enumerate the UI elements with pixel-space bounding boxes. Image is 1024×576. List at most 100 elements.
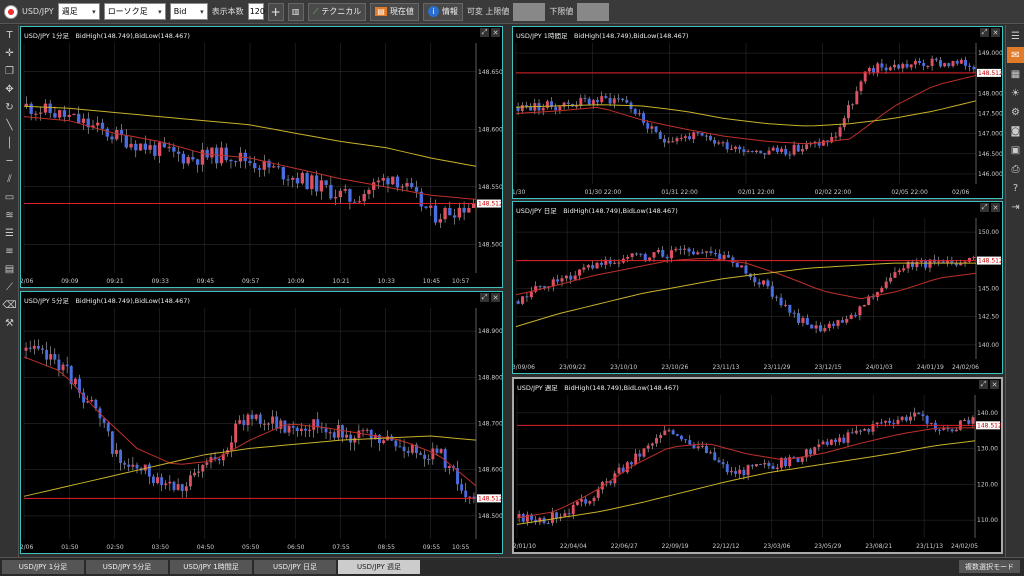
price-type-select[interactable]: Bid [169,3,208,20]
indicator-icon[interactable]: ▦ [1007,66,1024,82]
vertical-line-icon[interactable]: │ [1,135,18,151]
rotate-icon[interactable]: ↻ [1,99,18,115]
tab-3[interactable]: USD/JPY 1時間足 [170,560,252,574]
technical-label: テクニカル [321,7,362,16]
x-tick-label: 10:09 [287,278,304,285]
bars-input[interactable]: 120 [247,3,265,20]
eraser-icon[interactable]: ⌫ [1,297,18,313]
candle-body [648,257,652,261]
candle-body [738,146,742,150]
save-icon[interactable]: ▣ [1007,142,1024,158]
candle-body [328,432,332,434]
candle-body [234,423,238,443]
tab-2[interactable]: USD/JPY 5分足 [86,560,168,574]
candle-body [336,425,340,438]
candle-body [658,131,662,139]
candle-body [729,471,733,473]
candle-body [410,183,414,188]
candle-body [746,151,750,153]
chart-panel-daily[interactable]: USD/JPY 日足 BidHigh(148.749),BidLow(148.4… [512,201,1003,374]
exit-icon[interactable]: ⇥ [1007,199,1024,215]
chat-icon[interactable]: ✉ [1007,47,1024,63]
candle-body [58,110,62,118]
print-icon[interactable]: ⎙ [1007,161,1024,177]
candle-body [663,430,667,436]
tab-5[interactable]: USD/JPY 週足 [338,560,420,574]
candle-body [135,464,139,469]
candle-body [345,434,349,438]
candle-body [443,208,447,220]
layout-icon[interactable]: ▥ [287,2,304,21]
chart-panel-1hour[interactable]: USD/JPY 1時間足 BidHigh(148.749),BidLow(148… [512,26,1003,199]
fan-icon[interactable]: ⟋ [1,279,18,295]
candle-body [767,463,771,466]
info-button[interactable]: i 情報 [422,2,463,21]
candle-body [550,512,554,524]
tab-4[interactable]: USD/JPY 日足 [254,560,336,574]
candle-body [569,275,573,280]
candle-body [704,445,708,453]
camera-icon[interactable]: ◙ [1007,123,1024,139]
horizontal-line-icon[interactable]: ─ [1,153,18,169]
candle-body [333,197,338,199]
tab-1[interactable]: USD/JPY 1分足 [2,560,84,574]
wave-icon[interactable]: ≋ [1,207,18,223]
candle-body [639,253,643,255]
menu-icon[interactable]: ☰ [1007,28,1024,44]
candle-body [546,523,550,525]
candle-body [138,143,143,151]
bulb-icon[interactable]: ☀ [1007,85,1024,101]
settings-icon[interactable]: ⚙ [1007,104,1024,120]
crosshair-icon[interactable]: ✛ [1,45,18,61]
candle-body [918,61,922,63]
candle-body [308,429,312,431]
chart-panel-weekly[interactable]: USD/JPY 週足 BidHigh(148.749),BidLow(148.4… [512,377,1003,554]
candle-body [551,279,555,287]
timeframe-select[interactable]: 週足 [57,3,100,20]
toolbar: USD/JPY 週足 ローソク足 Bid 表示本数 120 + ▥ ⟋テクニカル… [0,0,1024,24]
candle-body [365,429,369,431]
candle-body [771,465,775,469]
channel-icon[interactable]: ⫽ [1,171,18,187]
candle-body [53,354,57,360]
candle-body [742,469,746,476]
add-icon[interactable]: + [267,2,284,21]
candle-body [248,161,252,164]
fibonacci-icon[interactable]: ☰ [1,225,18,241]
rectangle-icon[interactable]: ▭ [1,189,18,205]
chart-panel-5min[interactable]: USD/JPY 5分足 BidHigh(148.749),BidLow(148.… [20,291,503,554]
candle-body [521,296,525,304]
trendline-icon[interactable]: ╲ [1,117,18,133]
grid-lines-icon[interactable]: ▤ [1,261,18,277]
chart-panel-1min[interactable]: USD/JPY 1分足 BidHigh(148.749),BidLow(148.… [20,26,503,288]
candle-body [349,434,353,443]
x-tick-label: 24/01/19 [917,364,944,371]
candle-body [172,147,176,152]
candle-body [131,464,135,467]
candle-body [805,318,809,325]
current-price-button[interactable]: ▤ 現在値 [370,2,419,21]
parallel-lines-icon[interactable]: ≡ [1,243,18,259]
candle-body [200,149,205,165]
chart-type-select[interactable]: ローソク足 [103,3,166,20]
x-tick-label: 24/02/05 [951,543,978,550]
upper-value-input[interactable] [513,2,546,21]
text-tool-icon[interactable]: T [1,27,18,43]
multi-select-mode-button[interactable]: 複数選択モード [959,560,1020,573]
technical-button[interactable]: ⟋ テクニカル [307,2,367,21]
candle-body [386,178,390,185]
info-label: 情報 [441,7,458,16]
usd-jpy-flag-icon [4,4,18,19]
settings-tool-icon[interactable]: ⚒ [1,315,18,331]
lower-value-input[interactable] [577,2,610,21]
candle-body [687,248,691,252]
candle-body [61,364,65,371]
candle-body [554,106,558,111]
help-icon[interactable]: ? [1007,180,1024,196]
move-icon[interactable]: ✥ [1,81,18,97]
candle-body [283,420,287,433]
candle-body [925,415,929,424]
copy-icon[interactable]: ❐ [1,63,18,79]
x-tick-label: 02/01 22:00 [738,189,775,196]
candle-body [571,504,575,515]
